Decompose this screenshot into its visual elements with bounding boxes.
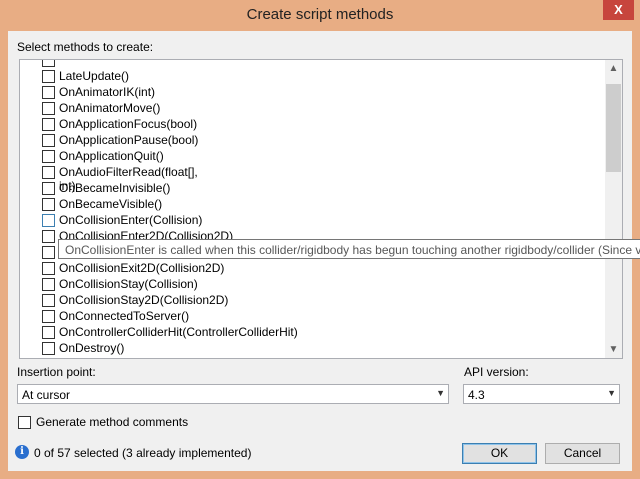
scroll-thumb[interactable] (606, 84, 621, 172)
window-title: Create script methods (246, 6, 394, 23)
close-icon: X (614, 2, 623, 17)
insertion-point-select[interactable]: At cursor ▼ (17, 384, 449, 404)
method-checkbox[interactable] (42, 326, 55, 339)
method-tooltip: OnCollisionEnter is called when this col… (58, 239, 640, 259)
chevron-down-icon: ▼ (607, 388, 616, 398)
ok-button[interactable]: OK (462, 443, 537, 464)
method-checkbox[interactable] (42, 182, 55, 195)
insertion-point-value: At cursor (22, 388, 71, 402)
scroll-up-arrow[interactable]: ▲ (605, 60, 622, 77)
method-label: OnDisable() (59, 357, 123, 358)
dialog-body: Select methods to create: LateUpdate() On… (8, 31, 640, 471)
method-checkbox[interactable] (42, 342, 55, 355)
generate-comments-label[interactable]: Generate method comments (36, 415, 188, 429)
method-checkbox[interactable] (42, 70, 55, 83)
method-label: LateUpdate() (59, 69, 130, 83)
method-label: OnBecameVisible() (59, 197, 163, 211)
method-checkbox[interactable] (42, 214, 55, 227)
method-label: OnCollisionExit2D(Collision2D) (59, 261, 225, 275)
generate-comments-checkbox[interactable] (18, 416, 31, 429)
method-checkbox[interactable] (42, 230, 55, 243)
method-checkbox[interactable] (42, 60, 55, 67)
api-version-select[interactable]: 4.3 ▼ (463, 384, 620, 404)
method-label: OnConnectedToServer() (59, 309, 190, 323)
method-label: OnApplicationFocus(bool) (59, 117, 198, 131)
chevron-down-icon: ▼ (436, 388, 445, 398)
list-scrollbar[interactable]: ▲ ▼ (605, 60, 622, 358)
selection-status: 0 of 57 selected (3 already implemented) (34, 446, 252, 460)
method-label: OnControllerColliderHit(ControllerCollid… (59, 325, 298, 339)
method-checkbox[interactable] (42, 166, 55, 179)
method-label: OnAnimatorMove() (59, 101, 161, 115)
scroll-down-arrow[interactable]: ▼ (605, 341, 622, 358)
insertion-point-label: Insertion point: (17, 365, 96, 379)
list-label: Select methods to create: (17, 40, 154, 54)
method-checkbox[interactable] (42, 358, 55, 359)
method-label: OnApplicationQuit() (59, 149, 164, 163)
method-checkbox[interactable] (42, 262, 55, 275)
methods-list[interactable]: LateUpdate() OnAnimatorIK(int) OnAnimatorM… (19, 59, 623, 359)
info-icon: i (15, 445, 29, 459)
title-bar: Create script methods X (0, 0, 640, 31)
method-checkbox[interactable] (42, 118, 55, 131)
cancel-button[interactable]: Cancel (545, 443, 620, 464)
api-version-value: 4.3 (468, 388, 485, 402)
api-version-label: API version: (464, 365, 529, 379)
method-checkbox[interactable] (42, 102, 55, 115)
method-checkbox[interactable] (42, 198, 55, 211)
method-checkbox[interactable] (42, 86, 55, 99)
method-label: OnCollisionStay(Collision) (59, 277, 198, 291)
method-checkbox[interactable] (42, 294, 55, 307)
method-label: OnCollisionEnter(Collision) (59, 213, 203, 227)
method-checkbox[interactable] (42, 134, 55, 147)
method-checkbox[interactable] (42, 246, 55, 259)
method-label: OnApplicationPause(bool) (59, 133, 199, 147)
method-label: OnAnimatorIK(int) (59, 85, 156, 99)
method-label: OnCollisionStay2D(Collision2D) (59, 293, 229, 307)
method-checkbox[interactable] (42, 150, 55, 163)
close-button[interactable]: X (603, 0, 634, 20)
method-checkbox[interactable] (42, 310, 55, 323)
chevron-down-icon: ▼ (608, 344, 619, 355)
method-label: OnBecameInvisible() (59, 181, 171, 195)
method-checkbox[interactable] (42, 278, 55, 291)
method-label: OnDestroy() (59, 341, 125, 355)
chevron-up-icon: ▲ (608, 63, 619, 74)
